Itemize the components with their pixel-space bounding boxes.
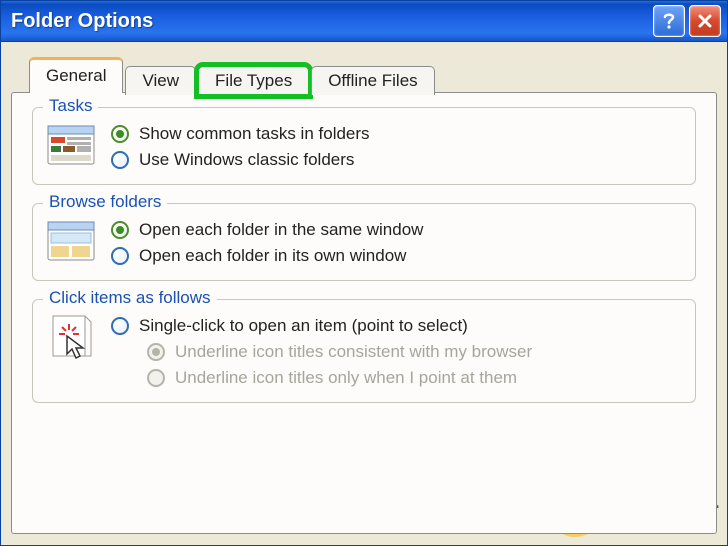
radio-unselected-icon (111, 317, 129, 335)
window-title: Folder Options (11, 10, 153, 33)
titlebar-buttons (653, 5, 721, 37)
group-browse-legend: Browse folders (43, 192, 167, 212)
radio-unselected-icon (111, 247, 129, 265)
group-browse-folders: Browse folders (32, 203, 696, 281)
radio-underline-browser: Underline icon titles consistent with my… (147, 342, 532, 362)
radio-classic-folders[interactable]: Use Windows classic folders (111, 150, 370, 170)
tab-page-general: Tasks (11, 92, 717, 534)
radio-same-window-label: Open each folder in the same window (139, 220, 423, 240)
radio-own-window[interactable]: Open each folder in its own window (111, 246, 423, 266)
radio-single-click-label: Single-click to open an item (point to s… (139, 316, 468, 336)
folder-options-window: Folder Options General View (0, 0, 728, 546)
radio-show-common-tasks[interactable]: Show common tasks in folders (111, 124, 370, 144)
group-click-legend: Click items as follows (43, 288, 217, 308)
radio-unselected-icon (111, 151, 129, 169)
radio-same-window[interactable]: Open each folder in the same window (111, 220, 423, 240)
group-tasks-legend: Tasks (43, 96, 98, 116)
group-tasks: Tasks (32, 107, 696, 185)
tab-general[interactable]: General (29, 57, 123, 93)
tab-file-types-label: File Types (215, 71, 292, 90)
help-icon (661, 12, 677, 30)
radio-disabled-icon (147, 343, 165, 361)
radio-selected-icon (111, 125, 129, 143)
radio-single-click[interactable]: Single-click to open an item (point to s… (111, 316, 532, 336)
close-icon (697, 13, 713, 29)
tab-strip: General View File Types Offline Files (29, 56, 717, 92)
group-click-items: Click items as follows (32, 299, 696, 403)
radio-underline-browser-label: Underline icon titles consistent with my… (175, 342, 532, 362)
radio-own-window-label: Open each folder in its own window (139, 246, 406, 266)
radio-classic-folders-label: Use Windows classic folders (139, 150, 354, 170)
close-button[interactable] (689, 5, 721, 37)
tab-view-label: View (142, 71, 179, 90)
radio-underline-point: Underline icon titles only when I point … (147, 368, 532, 388)
click-icon (47, 314, 95, 362)
tab-view[interactable]: View (125, 66, 196, 95)
radio-disabled-icon (147, 369, 165, 387)
client-area: General View File Types Offline Files Ta… (1, 42, 727, 546)
browse-icon (47, 218, 95, 266)
tab-offline-files[interactable]: Offline Files (311, 66, 434, 95)
tab-offline-files-label: Offline Files (328, 71, 417, 90)
tab-file-types[interactable]: File Types (198, 66, 309, 95)
radio-show-common-tasks-label: Show common tasks in folders (139, 124, 370, 144)
titlebar: Folder Options (1, 1, 727, 42)
radio-selected-icon (111, 221, 129, 239)
radio-underline-point-label: Underline icon titles only when I point … (175, 368, 517, 388)
tab-general-label: General (46, 66, 106, 85)
help-button[interactable] (653, 5, 685, 37)
tasks-icon (47, 122, 95, 170)
